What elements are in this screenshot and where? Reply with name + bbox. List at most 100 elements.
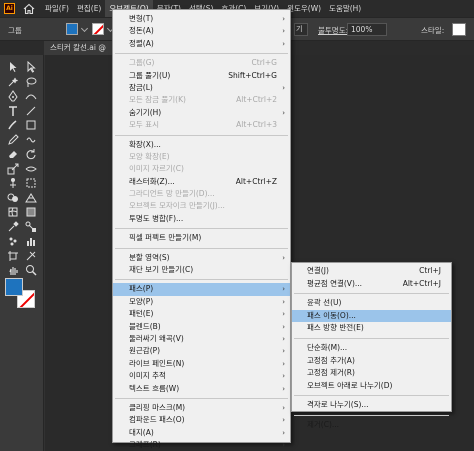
menu-divider: [115, 279, 288, 281]
fill-color-box[interactable]: [5, 278, 23, 296]
submenu-item-label: 패스 이동(O)...: [307, 310, 356, 320]
menu-item-label: 변형(T): [129, 14, 154, 23]
eyedropper-tool-icon[interactable]: [7, 220, 19, 233]
menu-item-확장[interactable]: 확장(X)...: [113, 139, 290, 151]
fill-color-swatch[interactable]: [66, 23, 78, 35]
menu-divider: [115, 397, 288, 399]
submenu-item-윤곽-선[interactable]: 윤곽 선(U): [292, 297, 451, 310]
chevron-right-icon: ›: [282, 108, 285, 117]
gradient-tool-icon[interactable]: [25, 206, 37, 218]
chevron-right-icon: ›: [282, 441, 285, 450]
menu-item-패턴[interactable]: 패턴(E) ›: [113, 308, 290, 320]
menu-item-label: 오브젝트 모자이크 만들기(J)...: [129, 201, 225, 211]
type-tool-icon[interactable]: [7, 105, 19, 117]
curvature-tool-icon[interactable]: [25, 90, 37, 102]
menu-item-모두-표시: 모두 표시 Alt+Ctrl+3: [113, 119, 290, 131]
home-icon[interactable]: [23, 3, 35, 15]
chevron-right-icon: ›: [282, 39, 285, 48]
menu-item-그래프[interactable]: 그래프(R) ›: [113, 439, 290, 451]
graphic-style-swatch[interactable]: [452, 23, 466, 36]
submenu-item-연결[interactable]: 연결(J) Ctrl+J: [292, 265, 451, 278]
menu-item-label: 투명도 병합(F)...: [129, 213, 184, 223]
menu-item-둘러싸기-왜곡[interactable]: 둘러싸기 왜곡(V) ›: [113, 333, 290, 345]
submenu-item-label: 평균점 연결(V)...: [307, 278, 363, 288]
menu-item-픽셀-퍼펙트-만들기[interactable]: 픽셀 퍼펙트 만들기(M): [113, 232, 290, 244]
perspective-grid-tool-icon[interactable]: [25, 192, 37, 204]
submenu-item-고정점-제거[interactable]: 고정점 제거(R): [292, 367, 451, 380]
tools-panel: [0, 55, 44, 451]
menu-item-모든-잠금-풀기: 모든 잠금 풀기(K) Alt+Ctrl+2: [113, 94, 290, 106]
column-graph-tool-icon[interactable]: [25, 235, 37, 247]
artboard-tool-icon[interactable]: [7, 250, 19, 262]
rotate-tool-icon[interactable]: [25, 148, 37, 160]
menu-item-정렬[interactable]: 정렬(A) ›: [113, 38, 290, 50]
submenu-item-오브젝트-아래로-나누기[interactable]: 오브젝트 아래로 나누기(D): [292, 380, 451, 393]
menu-item-정돈[interactable]: 정돈(A) ›: [113, 25, 290, 37]
menu-item-label: 클리핑 마스크(M): [129, 402, 186, 412]
app-logo: Ai: [4, 3, 15, 14]
mesh-tool-icon[interactable]: [7, 206, 19, 218]
menu-item-이미지-추적[interactable]: 이미지 추적 ›: [113, 370, 290, 382]
submenu-item-패스-방향-반전[interactable]: 패스 방향 반전(E): [292, 322, 451, 335]
selection-tool-icon[interactable]: [7, 61, 19, 73]
magic-wand-tool-icon[interactable]: [7, 76, 19, 88]
shaper-tool-icon[interactable]: [25, 134, 37, 146]
pen-tool-icon[interactable]: [7, 90, 19, 102]
menu-편집[interactable]: 편집(E): [73, 0, 105, 17]
chevron-down-icon[interactable]: [80, 24, 89, 33]
menu-item-컴파운드-패스[interactable]: 컴파운드 패스(O) ›: [113, 414, 290, 426]
menu-item-블렌드[interactable]: 블렌드(B) ›: [113, 321, 290, 333]
menu-item-원근감[interactable]: 원근감(P) ›: [113, 345, 290, 357]
submenu-item-단순화[interactable]: 단순화(M)...: [292, 342, 451, 355]
menu-item-래스터화[interactable]: 래스터화(Z)... Alt+Ctrl+Z: [113, 176, 290, 188]
submenu-item-shortcut: Ctrl+J: [419, 266, 441, 275]
free-transform-tool-icon[interactable]: [25, 177, 37, 189]
submenu-item-제거[interactable]: 제거(C)...: [292, 419, 451, 432]
brush-tool-icon[interactable]: [7, 119, 19, 131]
menu-파일[interactable]: 파일(F): [41, 0, 73, 17]
submenu-item-label: 제거(C)...: [307, 419, 340, 429]
scale-tool-icon[interactable]: [7, 163, 19, 175]
stroke-color-swatch[interactable]: [92, 23, 104, 35]
menu-item-라이브-페인트[interactable]: 라이브 페인트(N) ›: [113, 358, 290, 370]
submenu-item-격자로-나누기[interactable]: 격자로 나누기(S)...: [292, 399, 451, 412]
opacity-input[interactable]: 100%: [347, 23, 387, 36]
rectangle-tool-icon[interactable]: [25, 119, 37, 131]
pencil-tool-icon[interactable]: [7, 133, 19, 146]
submenu-item-고정점-추가[interactable]: 고정점 추가(A): [292, 355, 451, 368]
puppet-warp-tool-icon[interactable]: [7, 177, 19, 189]
width-tool-icon[interactable]: [25, 163, 37, 175]
symbol-sprayer-tool-icon[interactable]: [7, 235, 19, 247]
menu-item-텍스트-흐름[interactable]: 텍스트 흐름(W) ›: [113, 383, 290, 395]
chevron-right-icon: ›: [282, 334, 285, 343]
line-tool-icon[interactable]: [25, 105, 37, 117]
menu-item-클리핑-마스크[interactable]: 클리핑 마스크(M) ›: [113, 402, 290, 414]
direct-selection-tool-icon[interactable]: [25, 61, 37, 73]
menu-item-대지[interactable]: 대지(A) ›: [113, 427, 290, 439]
eraser-tool-icon[interactable]: [7, 148, 19, 160]
submenu-item-평균점-연결[interactable]: 평균점 연결(V)... Alt+Ctrl+J: [292, 278, 451, 291]
shape-builder-tool-icon[interactable]: [7, 192, 19, 204]
opacity-label[interactable]: 불투명도:: [318, 25, 348, 36]
chevron-right-icon: ›: [282, 416, 285, 425]
document-tab[interactable]: 스티커 칼선.ai @: [44, 41, 112, 55]
hand-tool-icon[interactable]: [7, 264, 19, 276]
menu-item-분할-영역[interactable]: 분할 영역(S) ›: [113, 252, 290, 264]
menu-item-숨기기[interactable]: 숨기기(H) ›: [113, 107, 290, 119]
chevron-right-icon: ›: [282, 322, 285, 331]
menu-도움말[interactable]: 도움말(H): [325, 0, 365, 17]
zoom-tool-icon[interactable]: [25, 264, 37, 276]
menu-item-모양-확장: 모양 확장(E): [113, 151, 290, 163]
menu-item-패스[interactable]: 패스(P) ›: [113, 283, 290, 296]
menu-item-투명도-병합[interactable]: 투명도 병합(F)...: [113, 213, 290, 225]
submenu-item-패스-이동[interactable]: 패스 이동(O)...: [292, 309, 451, 323]
menu-item-재단-보기-만들기[interactable]: 재단 보기 만들기(C): [113, 264, 290, 276]
menu-item-잠금[interactable]: 잠금(L) ›: [113, 82, 290, 94]
menu-item-그룹-풀기[interactable]: 그룹 풀기(U) Shift+Ctrl+G: [113, 70, 290, 82]
blend-mode-select[interactable]: 기본: [294, 23, 308, 36]
menu-item-모양[interactable]: 모양(P) ›: [113, 296, 290, 308]
lasso-tool-icon[interactable]: [25, 76, 37, 88]
slice-tool-icon[interactable]: [25, 250, 37, 262]
menu-item-변형[interactable]: 변형(T) ›: [113, 13, 290, 25]
blend-tool-icon[interactable]: [25, 221, 37, 233]
